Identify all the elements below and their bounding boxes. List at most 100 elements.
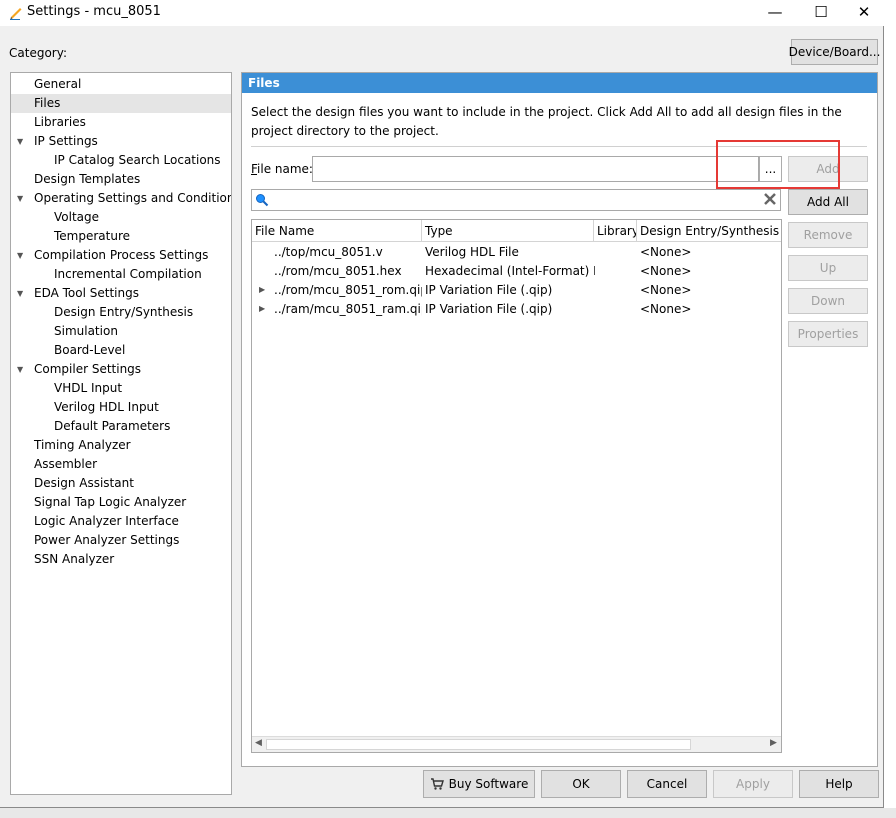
tree-item[interactable]: Default Parameters — [11, 417, 231, 436]
buy-software-button[interactable]: Buy Software — [423, 770, 535, 798]
tree-item-label: EDA Tool Settings — [34, 286, 139, 300]
table-row[interactable]: ▶ ../ram/mcu_8051_ram.qip IP Variation Fil… — [252, 300, 781, 319]
cancel-button[interactable]: Cancel — [627, 770, 707, 798]
add-all-button[interactable]: Add All — [788, 189, 868, 215]
tree-item-label: IP Settings — [34, 134, 98, 148]
tree-item[interactable]: Simulation — [11, 322, 231, 341]
tree-item-label: SSN Analyzer — [34, 552, 115, 566]
minimize-button[interactable]: — — [752, 0, 798, 26]
table-row[interactable]: ▶ ../rom/mcu_8051_rom.qip IP Variation Fil… — [252, 281, 781, 300]
column-header-type[interactable]: Type — [422, 220, 594, 242]
settings-pen-icon — [10, 8, 22, 20]
tree-item-label: Files — [34, 96, 61, 110]
scrollbar-thumb[interactable] — [266, 739, 691, 750]
scroll-right-arrow-icon[interactable]: ▶ — [770, 738, 777, 748]
tree-item[interactable]: General — [11, 75, 231, 94]
down-button[interactable]: Down — [788, 288, 868, 314]
clear-search-icon[interactable] — [763, 192, 777, 206]
file-name-input[interactable] — [312, 156, 759, 182]
tree-item-label: VHDL Input — [54, 381, 123, 395]
cell-library — [597, 300, 637, 319]
tree-item-label: Verilog HDL Input — [54, 400, 159, 414]
cell-tool: <None> — [640, 302, 692, 316]
apply-button[interactable]: Apply — [713, 770, 793, 798]
tree-item-label: Default Parameters — [54, 419, 171, 433]
window-title: Settings - mcu_8051 — [27, 4, 161, 19]
column-header-file-name[interactable]: File Name — [252, 220, 422, 242]
up-button[interactable]: Up — [788, 255, 868, 281]
tree-item[interactable]: Assembler — [11, 455, 231, 474]
tree-item[interactable]: Board-Level — [11, 341, 231, 360]
tree-item-label: Incremental Compilation — [54, 267, 202, 281]
properties-button[interactable]: Properties — [788, 321, 868, 347]
tree-item[interactable]: Files — [11, 94, 231, 113]
ok-button[interactable]: OK — [541, 770, 621, 798]
tree-item-label: Temperature — [54, 229, 131, 243]
cell-tool: <None> — [640, 245, 692, 259]
cell-name: ../rom/mcu_8051_rom.qip — [274, 283, 422, 297]
tree-item[interactable]: Design Templates — [11, 170, 231, 189]
scroll-left-arrow-icon[interactable]: ◀ — [255, 738, 262, 748]
category-label: Category: — [9, 46, 67, 60]
table-row[interactable]: ../top/mcu_8051.v Verilog HDL File <None> — [252, 243, 781, 262]
panel-header: Files — [242, 73, 877, 93]
cell-type: IP Variation File (.qip) — [425, 302, 553, 316]
row-expand-arrow-icon[interactable]: ▶ — [259, 304, 265, 313]
tree-item-label: Timing Analyzer — [34, 438, 131, 452]
table-row[interactable]: ../rom/mcu_8051.hex Hexadecimal (Intel-Fo… — [252, 262, 781, 281]
tree-item-label: Power Analyzer Settings — [34, 533, 180, 547]
close-button[interactable]: ✕ — [844, 0, 884, 26]
cell-type: Verilog HDL File — [425, 245, 519, 259]
tree-item[interactable]: Design Assistant — [11, 474, 231, 493]
tree-item-label: Compiler Settings — [34, 362, 142, 376]
buy-software-label: Buy Software — [448, 777, 529, 791]
tree-item[interactable]: Temperature — [11, 227, 231, 246]
device-board-button[interactable]: Device/Board... — [789, 39, 880, 65]
background-bottom-strip — [0, 808, 896, 818]
tree-item-label: Signal Tap Logic Analyzer — [34, 495, 187, 509]
tree-item[interactable]: Signal Tap Logic Analyzer — [11, 493, 231, 512]
tree-item[interactable]: Verilog HDL Input — [11, 398, 231, 417]
tree-item-label: IP Catalog Search Locations — [54, 153, 221, 167]
tree-item[interactable]: VHDL Input — [11, 379, 231, 398]
tree-item-label: Design Entry/Synthesis — [54, 305, 194, 319]
expand-arrow-icon[interactable]: ▼ — [17, 189, 23, 208]
tree-item[interactable]: Timing Analyzer — [11, 436, 231, 455]
tree-item[interactable]: ▼ EDA Tool Settings — [11, 284, 231, 303]
cell-library — [597, 281, 637, 300]
tree-item[interactable]: Design Entry/Synthesis — [11, 303, 231, 322]
category-tree: General Files Libraries ▼ IP Settings IP Cata… — [10, 72, 232, 795]
expand-arrow-icon[interactable]: ▼ — [17, 132, 23, 151]
cell-type: IP Variation File (.qip) — [425, 283, 553, 297]
tree-item[interactable]: ▼ Compilation Process Settings — [11, 246, 231, 265]
expand-arrow-icon[interactable]: ▼ — [17, 246, 23, 265]
tree-item-label: Logic Analyzer Interface — [34, 514, 179, 528]
tree-item[interactable]: Logic Analyzer Interface — [11, 512, 231, 531]
tree-item-label: Simulation — [54, 324, 118, 338]
tree-item[interactable]: ▼ Operating Settings and Conditions — [11, 189, 231, 208]
column-header-design-entry-tool[interactable]: Design Entry/Synthesis Tool — [637, 220, 781, 242]
tree-item[interactable]: Power Analyzer Settings — [11, 531, 231, 550]
row-expand-arrow-icon[interactable]: ▶ — [259, 285, 265, 294]
tree-item[interactable]: ▼ IP Settings — [11, 132, 231, 151]
tree-item-label: Compilation Process Settings — [34, 248, 209, 262]
help-button[interactable]: Help — [799, 770, 879, 798]
column-header-library[interactable]: Library — [594, 220, 637, 242]
tree-item-label: Voltage — [54, 210, 100, 224]
maximize-button[interactable]: ☐ — [798, 0, 844, 26]
cell-library — [597, 243, 637, 262]
tree-item[interactable]: Libraries — [11, 113, 231, 132]
tree-item[interactable]: IP Catalog Search Locations — [11, 151, 231, 170]
search-input[interactable] — [251, 189, 781, 211]
tree-item[interactable]: ▼ Compiler Settings — [11, 360, 231, 379]
files-table: File Name Type Library Design Entry/Synt… — [251, 219, 782, 753]
tree-item[interactable]: Incremental Compilation — [11, 265, 231, 284]
tree-item-label: Design Assistant — [34, 476, 134, 490]
tree-item[interactable]: Voltage — [11, 208, 231, 227]
expand-arrow-icon[interactable]: ▼ — [17, 284, 23, 303]
cell-name: ../top/mcu_8051.v — [274, 245, 383, 259]
expand-arrow-icon[interactable]: ▼ — [17, 360, 23, 379]
remove-button[interactable]: Remove — [788, 222, 868, 248]
tree-item[interactable]: SSN Analyzer — [11, 550, 231, 569]
cell-name: ../ram/mcu_8051_ram.qip — [274, 302, 422, 316]
